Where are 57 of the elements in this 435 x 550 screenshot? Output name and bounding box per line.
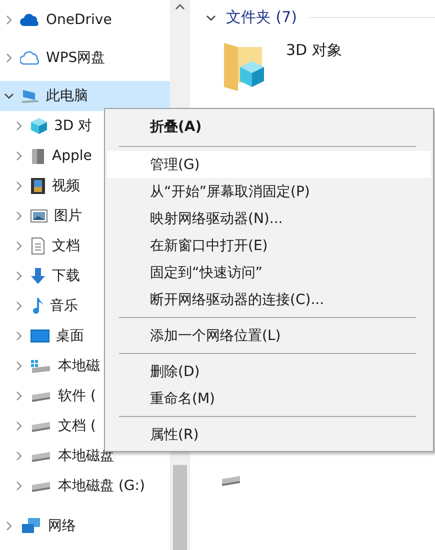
menu-item[interactable]: 映射网络驱动器(N)...: [107, 205, 431, 232]
expand-chevron-icon[interactable]: [14, 421, 24, 431]
menu-item[interactable]: 属性(R): [107, 421, 431, 448]
collapse-chevron-icon[interactable]: [4, 91, 14, 101]
tree-item[interactable]: 此电脑: [0, 81, 170, 111]
computer-icon: [20, 88, 40, 104]
expand-chevron-icon[interactable]: [14, 391, 24, 401]
menu-item[interactable]: 固定到“快速访问”: [107, 259, 431, 286]
menu-item[interactable]: 断开网络驱动器的连接(C)...: [107, 286, 431, 313]
menu-item[interactable]: 从“开始”屏幕取消固定(P): [107, 178, 431, 205]
cloud-icon: [20, 13, 40, 27]
drive-icon: [30, 480, 52, 492]
expand-chevron-icon[interactable]: [4, 53, 14, 63]
desktop-icon: [30, 328, 50, 344]
tree-item[interactable]: 本地磁盘 (G:): [0, 471, 170, 501]
tree-item[interactable]: OneDrive: [0, 5, 170, 35]
menu-item[interactable]: 删除(D): [107, 358, 431, 385]
drive-icon: [30, 420, 52, 432]
expand-chevron-icon[interactable]: [14, 481, 24, 491]
expand-chevron-icon[interactable]: [14, 331, 24, 341]
picture-icon: [30, 209, 48, 223]
expand-chevron-icon[interactable]: [4, 15, 14, 25]
collapse-chevron-icon[interactable]: [206, 12, 216, 22]
expand-chevron-icon[interactable]: [14, 301, 24, 311]
scroll-up-icon[interactable]: [175, 4, 185, 10]
expand-chevron-icon[interactable]: [14, 361, 24, 371]
drive-icon: [220, 474, 242, 486]
expand-chevron-icon[interactable]: [14, 451, 24, 461]
cloud-icon: [20, 51, 40, 65]
menu-item[interactable]: 添加一个网络位置(L): [107, 322, 431, 349]
group-header: 文件夹 (7): [226, 8, 298, 27]
expand-chevron-icon[interactable]: [14, 121, 24, 131]
document-icon: [30, 237, 46, 255]
folder-icon: [222, 41, 266, 93]
expand-chevron-icon[interactable]: [14, 211, 24, 221]
drive-icon: [30, 450, 52, 462]
drive-icon: [30, 390, 52, 402]
download-arrow-icon: [30, 267, 46, 285]
menu-item[interactable]: 折叠(A): [107, 112, 431, 142]
menu-item[interactable]: 管理(G): [107, 151, 431, 178]
device-icon: [30, 147, 46, 165]
scroll-thumb[interactable]: [173, 465, 187, 550]
menu-item[interactable]: 重命名(M): [107, 385, 431, 412]
folder-item[interactable]: 3D 对象: [222, 41, 435, 93]
music-note-icon: [30, 297, 44, 315]
tree-item[interactable]: WPS网盘: [0, 43, 170, 73]
cube-icon: [30, 117, 48, 135]
expand-chevron-icon[interactable]: [4, 521, 14, 531]
expand-chevron-icon[interactable]: [14, 241, 24, 251]
tree-item[interactable]: 网络: [0, 511, 170, 541]
expand-chevron-icon[interactable]: [14, 271, 24, 281]
expand-chevron-icon[interactable]: [14, 181, 24, 191]
network-icon: [20, 517, 42, 535]
drive-icon: [30, 358, 52, 374]
expand-chevron-icon[interactable]: [14, 151, 24, 161]
film-icon: [30, 177, 46, 195]
menu-item[interactable]: 在新窗口中打开(E): [107, 232, 431, 259]
